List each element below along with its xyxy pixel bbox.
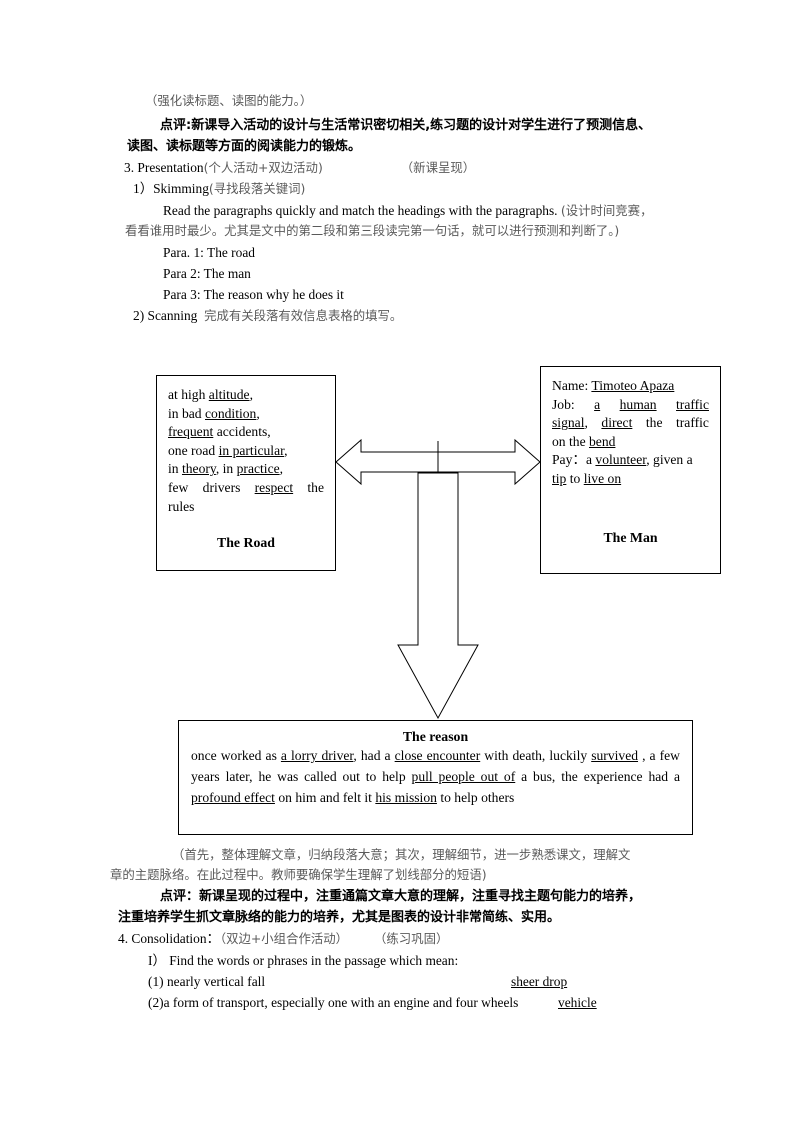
scanning-title-cn: 完成有关段落有效信息表格的填写。 [204,308,403,323]
exercise-item-1-answer: sheer drop [511,974,568,989]
man-line-2: Job: a human traffic [552,396,709,412]
para-item-2: Para 2: The man [163,266,251,281]
consolidation-tag-cn: （练习巩固） [374,931,449,946]
block-down-arrow [397,472,479,720]
para-item-1: Para. 1: The road [163,245,255,260]
exercise-prompt-text: Find the words or phrases in the passage… [169,953,459,968]
exercise-item-1-clue: nearly vertical fall [166,974,266,989]
comment-one-line-1: 点评:新课导入活动的设计与生活常识密切相关,练习题的设计对学生进行了预测信息、 [160,118,652,133]
para-item-3: Para 3: The reason why he does it [163,287,344,302]
box-the-road-title: The Road [217,535,275,551]
box-the-road-content: at high altitude, in bad condition, freq… [168,386,324,553]
consolidation-number: 4. [118,931,129,946]
box-the-reason: The reason once worked as a lorry driver… [178,720,693,835]
skimming-instruction-en: Read the paragraphs quickly and match th… [163,203,558,218]
exercise-item-1-number: (1) [148,974,164,989]
scanning-title-en: Scanning [147,308,198,323]
man-line-4: on the bend [552,433,616,449]
man-line-5: Pay：a volunteer, given a [552,452,693,468]
note-reading-ability: （强化读标题、读图的能力。） [145,93,313,108]
box-the-man-content: Name: Timoteo Apaza Job: a human traffic si… [552,377,709,547]
double-headed-horizontal-arrow [335,438,541,486]
box-the-man: Name: Timoteo Apaza Job: a human traffic si… [540,366,721,574]
skimming-heading: 1）Skimming(寻找段落关键词) [133,182,305,195]
diagram-note-line-2: 章的主题脉络。在此过程中。教师要确保学生理解了划线部分的短语) [110,867,487,882]
skimming-instruction-line-2: 看看谁用时最少。尤其是文中的第二段和第三段读完第一句话，就可以进行预测和判断了。… [125,223,620,238]
box-the-reason-content: once worked as a lorry driver, had a clo… [191,748,681,805]
comment-one-line-2: 读图、读标题等方面的阅读能力的锻炼。 [127,139,362,154]
skimming-title-cn: (寻找段落关键词) [208,181,306,196]
presentation-tag-cn: （新课呈现） [400,160,476,175]
exercise-item-2-answer: vehicle [558,995,597,1010]
comment-two-line-2: 注重培养学生抓文章脉络的能力的培养，尤其是图表的设计非常简练、实用。 [118,910,561,925]
presentation-number: 3. [124,160,135,175]
exercise-item-2-number: (2) [148,995,164,1010]
skimming-instruction-cn-1: (设计时间竞赛， [560,203,653,218]
road-line-1: at high altitude, [168,387,253,402]
road-line-6: few drivers respect the [168,479,324,495]
road-line-3: frequent accidents, [168,424,271,440]
box-the-reason-title: The reason [402,729,469,744]
skimming-title-en: Skimming [153,181,209,196]
document-page: （强化读标题、读图的能力。） 点评:新课导入活动的设计与生活常识密切相关,练习题… [0,0,794,1123]
exercise-item-1: (1) nearly vertical fall [148,975,265,988]
man-line-1: Name: Timoteo Apaza [552,378,675,393]
consolidation-title-cn: （双边+小组合作活动） [219,931,349,946]
exercise-item-2: (2)a form of transport, especially one w… [148,996,518,1009]
exercise-marker: I） [148,953,166,968]
scanning-heading: 2) Scanning 完成有关段落有效信息表格的填写。 [133,309,402,322]
presentation-title-en: Presentation [137,160,204,175]
diagram-note-line-1: （首先，整体理解文章，归纳段落大意；其次，理解细节，进一步熟悉课文，理解文 [172,847,631,862]
man-line-6: tip to live on [552,470,622,486]
skimming-marker: 1） [133,181,154,196]
exercise-prompt: I） Find the words or phrases in the pass… [148,954,458,967]
road-line-7: rules [168,498,195,514]
road-line-5: in theory, in practice, [168,461,284,477]
road-line-2: in bad condition, [168,405,260,421]
box-the-road: at high altitude, in bad condition, freq… [156,375,336,571]
road-line-4: one road in particular, [168,442,288,458]
section-presentation-heading: 3. Presentation(个人活动+双边活动) （新课呈现） [124,161,475,174]
comment-two-line-1: 点评：新课呈现的过程中，注重通篇文章大意的理解，注重寻找主题句能力的培养， [160,889,642,904]
consolidation-title-en: Consolidation： [131,931,220,946]
section-consolidation-heading: 4. Consolidation：（双边+小组合作活动） （练习巩固） [118,932,448,945]
man-line-3: signal, direct the traffic [552,415,709,431]
box-the-man-title: The Man [603,529,658,545]
exercise-item-2-clue: a form of transport, especially one with… [163,995,519,1010]
skimming-instruction-line-1: Read the paragraphs quickly and match th… [163,204,652,217]
scanning-marker: 2) [133,308,145,323]
presentation-title-cn: (个人活动+双边活动) [203,160,323,175]
